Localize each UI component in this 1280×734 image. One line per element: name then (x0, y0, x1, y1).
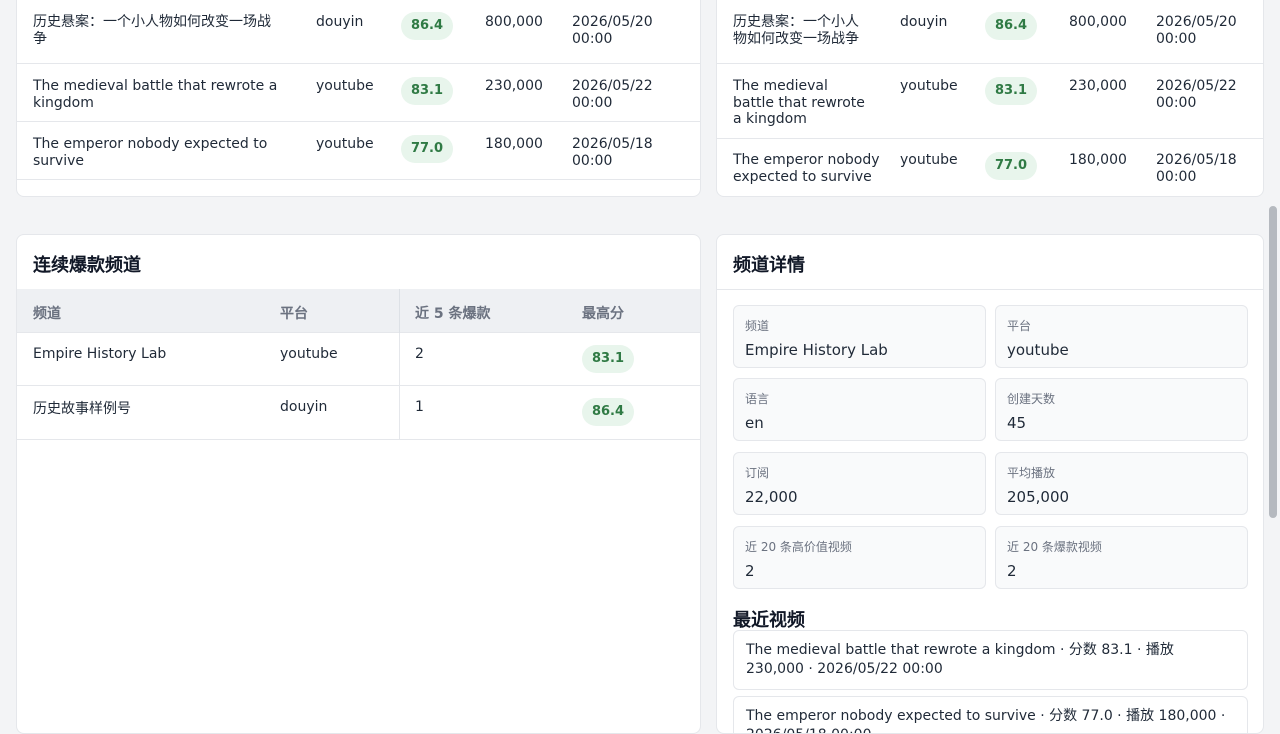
table-row[interactable]: The emperor nobody expected to survive y… (717, 139, 1263, 196)
divider (717, 289, 1263, 290)
field-label: 创建天数 (1007, 392, 1056, 406)
field-value: 2 (745, 562, 755, 580)
scrollbar-thumb[interactable] (1269, 206, 1277, 518)
video-views: 180,000 (1069, 152, 1127, 168)
video-date: 2026/05/22 00:00 (572, 78, 653, 111)
channel-platform: douyin (280, 399, 328, 415)
table-row[interactable]: The medieval battle that rewrote a kingd… (717, 64, 1263, 139)
video-date: 2026/05/22 00:00 (1156, 78, 1237, 111)
score-badge: 86.4 (401, 12, 453, 40)
field-value: youtube (1007, 341, 1069, 359)
card-title: 频道详情 (733, 255, 805, 276)
detail-field-high-value-videos: 近 20 条高价值视频 2 (733, 526, 986, 589)
channel-row[interactable]: 历史故事样例号 douyin 1 86.4 (17, 386, 700, 440)
field-label: 近 20 条爆款视频 (1007, 540, 1102, 554)
detail-field-avg-views: 平均播放 205,000 (995, 452, 1248, 515)
field-label: 平均播放 (1007, 466, 1056, 480)
detail-field-channel: 频道 Empire History Lab (733, 305, 986, 368)
table-row[interactable]: The emperor nobody expected to survive y… (17, 122, 700, 180)
channel-name: 历史故事样例号 (33, 401, 131, 417)
table-row[interactable]: The medieval battle that rewrote a kingd… (17, 64, 700, 122)
field-value: en (745, 414, 764, 432)
video-platform: douyin (900, 14, 948, 30)
field-value: 205,000 (1007, 488, 1070, 506)
score-badge: 86.4 (985, 12, 1037, 40)
detail-field-age-days: 创建天数 45 (995, 378, 1248, 441)
video-title: The emperor nobody expected to survive (733, 152, 880, 185)
score-badge: 86.4 (582, 398, 634, 426)
video-platform: youtube (900, 152, 958, 168)
field-label: 订阅 (745, 466, 770, 480)
table-row[interactable]: 历史悬案：一个小人物如何改变一场战争 douyin 86.4 800,000 2… (17, 0, 700, 64)
table-row[interactable]: 历史悬案：一个小人物如何改变一场战争 douyin 86.4 800,000 2… (717, 0, 1263, 64)
video-platform: youtube (316, 78, 374, 94)
column-divider (399, 289, 400, 333)
card-title: 连续爆款频道 (33, 255, 141, 276)
video-views: 180,000 (485, 136, 543, 152)
field-value: 2 (1007, 562, 1017, 580)
video-date: 2026/05/18 00:00 (572, 136, 653, 169)
recent-videos-title: 最近视频 (733, 610, 805, 631)
video-title: The medieval battle that rewrote a kingd… (33, 78, 278, 111)
page-scrollbar[interactable] (1264, 0, 1280, 720)
video-views: 800,000 (485, 14, 543, 30)
video-title: The emperor nobody expected to survive (33, 136, 268, 169)
recent-video-item[interactable]: The medieval battle that rewrote a kingd… (733, 630, 1248, 690)
video-views: 230,000 (485, 78, 543, 94)
score-badge: 77.0 (401, 135, 453, 163)
detail-field-hit-videos: 近 20 条爆款视频 2 (995, 526, 1248, 589)
video-table-card-right: 历史悬案：一个小人物如何改变一场战争 douyin 86.4 800,000 2… (716, 0, 1264, 197)
column-header-recent-hits[interactable]: 近 5 条爆款 (415, 303, 491, 323)
recent-video-item[interactable]: The emperor nobody expected to survive ·… (733, 696, 1248, 733)
score-badge: 83.1 (582, 345, 634, 373)
video-title: 历史悬案：一个小人物如何改变一场战争 (33, 14, 271, 47)
field-label: 近 20 条高价值视频 (745, 540, 852, 554)
field-label: 平台 (1007, 319, 1032, 333)
hit-channels-card: 连续爆款频道 频道 平台 近 5 条爆款 最高分 Empire History … (16, 234, 701, 734)
video-platform: youtube (316, 136, 374, 152)
channel-detail-card: 频道详情 频道 Empire History Lab 平台 youtube 语言… (716, 234, 1264, 734)
video-views: 800,000 (1069, 14, 1127, 30)
table-header: 频道 平台 近 5 条爆款 最高分 (17, 289, 700, 333)
channel-recent-hits: 2 (415, 346, 424, 362)
column-header-max-score[interactable]: 最高分 (582, 303, 624, 323)
score-badge: 83.1 (401, 77, 453, 105)
video-date: 2026/05/18 00:00 (1156, 152, 1237, 185)
channel-platform: youtube (280, 346, 338, 362)
video-platform: douyin (316, 14, 364, 30)
field-label: 频道 (745, 319, 770, 333)
field-label: 语言 (745, 392, 770, 406)
video-platform: youtube (900, 78, 958, 94)
video-title: The medieval battle that rewrote a kingd… (733, 78, 865, 127)
score-badge: 83.1 (985, 77, 1037, 105)
field-value: 45 (1007, 414, 1027, 432)
detail-field-subscribers: 订阅 22,000 (733, 452, 986, 515)
channel-recent-hits: 1 (415, 399, 424, 415)
channel-name: Empire History Lab (33, 346, 167, 362)
video-views: 230,000 (1069, 78, 1127, 94)
video-table-card-left: 历史悬案：一个小人物如何改变一场战争 douyin 86.4 800,000 2… (16, 0, 701, 197)
column-header-channel[interactable]: 频道 (33, 303, 61, 323)
video-date: 2026/05/20 00:00 (1156, 14, 1237, 47)
video-title: 历史悬案：一个小人物如何改变一场战争 (733, 14, 859, 47)
video-date: 2026/05/20 00:00 (572, 14, 653, 47)
column-header-platform[interactable]: 平台 (280, 303, 308, 323)
score-badge: 77.0 (985, 152, 1037, 180)
channel-row[interactable]: Empire History Lab youtube 2 83.1 (17, 333, 700, 386)
detail-field-platform: 平台 youtube (995, 305, 1248, 368)
field-value: Empire History Lab (745, 341, 888, 359)
detail-field-language: 语言 en (733, 378, 986, 441)
field-value: 22,000 (745, 488, 798, 506)
